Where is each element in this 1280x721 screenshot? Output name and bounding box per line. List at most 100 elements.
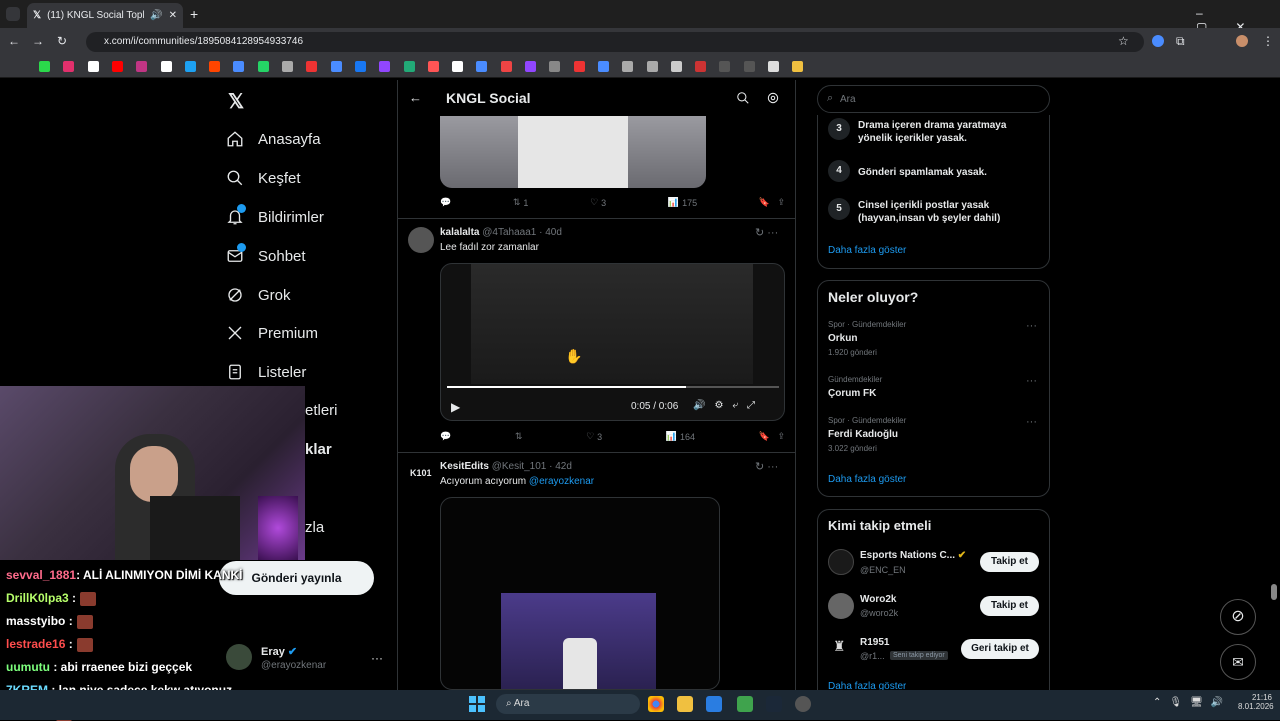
forward-button[interactable]: → bbox=[32, 34, 44, 48]
bookmark-favicon-icon[interactable] bbox=[330, 61, 342, 72]
tab-close-icon[interactable]: ✕ bbox=[169, 10, 177, 21]
app-taskbar-icon[interactable] bbox=[737, 696, 753, 712]
bookmark-favicon-icon[interactable] bbox=[184, 61, 196, 72]
follow-name[interactable]: Woro2k bbox=[860, 594, 897, 605]
author-name[interactable]: KesitEdits bbox=[440, 461, 489, 472]
address-bar[interactable]: x.com/i/communities/1895084128954933746 bbox=[86, 32, 1144, 52]
bookmark-favicon-icon[interactable] bbox=[306, 61, 318, 72]
mention-link[interactable]: @erayozkenar bbox=[529, 476, 594, 487]
menu-icon[interactable]: ⋮ bbox=[1262, 34, 1274, 48]
nav-explore[interactable]: Keşfet bbox=[226, 169, 301, 187]
follow-show-more[interactable]: Daha fazla göster bbox=[828, 681, 906, 690]
trend-name[interactable]: Ferdi Kadıoğlu bbox=[828, 429, 898, 440]
bookmark-favicon-icon[interactable] bbox=[743, 61, 755, 72]
scrollbar-thumb[interactable] bbox=[1271, 584, 1277, 600]
play-icon[interactable]: ▶ bbox=[451, 400, 460, 414]
nav-label-communities-partial[interactable]: klar bbox=[305, 441, 332, 458]
bookmark-favicon-icon[interactable] bbox=[646, 61, 658, 72]
trend-name[interactable]: Orkun bbox=[828, 333, 857, 344]
taskbar-search[interactable]: ⌕ Ara bbox=[496, 694, 640, 714]
bookmark-favicon-icon[interactable] bbox=[427, 61, 439, 72]
follow-button[interactable]: Takip et bbox=[980, 596, 1039, 616]
bookmark-favicon-icon[interactable] bbox=[209, 61, 221, 72]
follow-back-button[interactable]: Geri takip et bbox=[961, 639, 1039, 659]
back-arrow-icon[interactable]: ← bbox=[409, 90, 422, 105]
nav-premium[interactable]: Premium bbox=[226, 324, 318, 342]
bookmark-favicon-icon[interactable] bbox=[354, 61, 366, 72]
post2-avatar[interactable]: K101 bbox=[410, 468, 432, 478]
post2-video[interactable] bbox=[440, 497, 720, 690]
author-handle[interactable]: @4Tahaaa1 bbox=[482, 227, 536, 238]
bookmark-favicon-icon[interactable] bbox=[379, 61, 391, 72]
trend-more-icon[interactable]: ··· bbox=[1026, 416, 1037, 428]
app2-taskbar-icon[interactable] bbox=[795, 696, 811, 712]
author-handle[interactable]: @Kesit_101 bbox=[492, 461, 547, 472]
nav-messages[interactable]: Sohbet bbox=[226, 243, 306, 265]
settings-gear-icon[interactable] bbox=[766, 91, 780, 105]
bookmark-favicon-icon[interactable] bbox=[476, 61, 488, 72]
retweet-icon[interactable]: ⇅ bbox=[515, 431, 523, 442]
chrome-taskbar-icon[interactable] bbox=[648, 696, 664, 712]
bookmark-favicon-icon[interactable] bbox=[403, 61, 415, 72]
follow-button[interactable]: Takip et bbox=[980, 552, 1039, 572]
new-tab-button[interactable]: + bbox=[190, 6, 198, 22]
bookmark-favicon-icon[interactable] bbox=[573, 61, 585, 72]
video-controls[interactable]: 🔊⚙⤶⤢ bbox=[693, 400, 764, 411]
nav-lists[interactable]: Listeler bbox=[226, 363, 306, 381]
author-name[interactable]: kalalalta bbox=[440, 227, 479, 238]
bookmark-favicon-icon[interactable] bbox=[695, 61, 707, 72]
steam-taskbar-icon[interactable] bbox=[766, 696, 782, 712]
community-search-icon[interactable] bbox=[736, 91, 750, 105]
video-progress-track[interactable] bbox=[447, 386, 779, 388]
browser-tab[interactable]: 𝕏 (11) KNGL Social Topluluk / 🔊 ✕ bbox=[27, 3, 183, 28]
explorer-taskbar-icon[interactable] bbox=[677, 696, 693, 712]
nav-label-more-partial[interactable]: zla bbox=[305, 519, 324, 536]
profile-avatar[interactable] bbox=[1236, 35, 1248, 47]
trend-more-icon[interactable]: ··· bbox=[1026, 375, 1037, 387]
bookmark-favicon-icon[interactable] bbox=[39, 61, 50, 72]
views-button[interactable]: 📊 175 bbox=[668, 197, 697, 208]
bookmark-favicon-icon[interactable] bbox=[87, 61, 99, 72]
bookmark-favicon-icon[interactable] bbox=[670, 61, 682, 72]
follow-avatar[interactable] bbox=[828, 549, 854, 575]
bookmark-favicon-icon[interactable] bbox=[597, 61, 609, 72]
reply-icon[interactable]: 💬 bbox=[440, 197, 451, 208]
trends-show-more[interactable]: Daha fazla göster bbox=[828, 474, 906, 485]
tab-search-button[interactable] bbox=[6, 7, 20, 21]
bookmark-favicon-icon[interactable] bbox=[136, 61, 148, 72]
like-button[interactable]: ♡ 3 bbox=[590, 197, 606, 208]
bookmark-favicon-icon[interactable] bbox=[549, 61, 561, 72]
post-age[interactable]: · 42d bbox=[549, 461, 572, 472]
bookmark-favicon-icon[interactable] bbox=[525, 61, 536, 72]
bookmark-favicon-icon[interactable] bbox=[452, 61, 464, 72]
show-more-link[interactable]: Daha fazla göster bbox=[828, 245, 906, 256]
follow-name[interactable]: R1951 bbox=[860, 637, 889, 648]
bookmark-favicon-icon[interactable] bbox=[719, 61, 731, 72]
post-age[interactable]: · 40d bbox=[539, 227, 562, 238]
grok-fab-icon[interactable]: ⊘ bbox=[1220, 599, 1256, 635]
bookmark-favicon-icon[interactable] bbox=[257, 61, 269, 72]
nav-home[interactable]: Anasayfa bbox=[226, 130, 321, 148]
store-taskbar-icon[interactable] bbox=[706, 696, 722, 712]
account-avatar[interactable] bbox=[226, 644, 252, 670]
bookmark-favicon-icon[interactable] bbox=[160, 61, 172, 72]
bookmark-icon[interactable]: 🔖 ⇪ bbox=[759, 197, 785, 208]
nav-notifications[interactable]: Bildirimler bbox=[226, 204, 324, 226]
puzzle-icon[interactable]: ⧉ bbox=[1176, 34, 1185, 49]
bookmark-favicon-icon[interactable] bbox=[500, 61, 512, 72]
back-button[interactable]: ← bbox=[8, 34, 20, 48]
bookmark-favicon-icon[interactable] bbox=[622, 61, 634, 72]
bookmark-favicon-icon[interactable] bbox=[63, 61, 75, 72]
trend-name[interactable]: Çorum FK bbox=[828, 388, 876, 399]
reload-button[interactable]: ↻ bbox=[57, 34, 67, 48]
views-button[interactable]: 📊 164 bbox=[666, 431, 695, 442]
nav-label-bookmarks-partial[interactable]: etleri bbox=[305, 402, 338, 419]
bookmark-icon[interactable]: 🔖 ⇪ bbox=[759, 431, 785, 442]
bookmark-favicon-icon[interactable] bbox=[768, 61, 779, 72]
video-player[interactable]: ▶ 0:05 / 0:06 🔊⚙⤶⤢ bbox=[440, 263, 785, 421]
account-name[interactable]: Eray ✔ bbox=[261, 645, 297, 658]
post-avatar[interactable] bbox=[408, 227, 434, 253]
post2-menu[interactable]: ↻ ··· bbox=[755, 460, 778, 473]
extension-icon[interactable] bbox=[1152, 35, 1164, 47]
bookmark-star-icon[interactable]: ☆ bbox=[1118, 34, 1129, 48]
